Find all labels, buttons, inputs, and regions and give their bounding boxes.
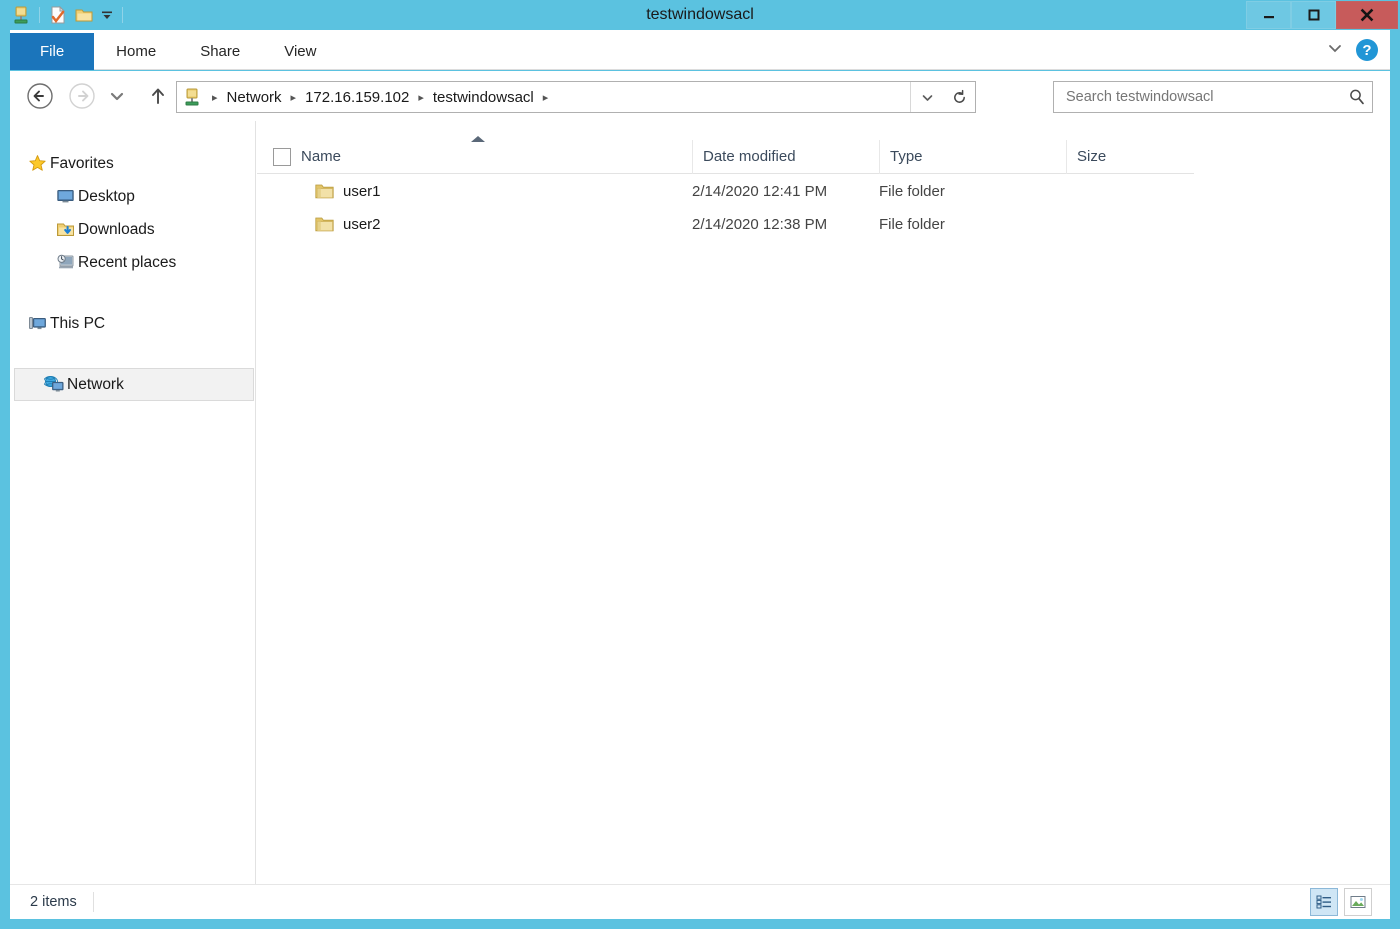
column-label-type: Type [890, 148, 923, 165]
navigation-pane: Favorites Desktop Downloads Recent place… [10, 121, 256, 884]
breadcrumb-item-share[interactable]: testwindowsacl [430, 89, 537, 106]
window-controls [1246, 1, 1398, 29]
column-label-date-modified: Date modified [703, 148, 796, 165]
column-header-size[interactable]: Size [1066, 139, 1194, 174]
table-row[interactable]: user2 2/14/2020 12:38 PM File folder [257, 208, 1194, 241]
search-box[interactable]: Search testwindowsacl [1053, 81, 1373, 113]
file-name-cell[interactable]: user1 [257, 183, 692, 200]
sidebar-label-favorites: Favorites [50, 154, 114, 172]
file-date-cell: 2/14/2020 12:38 PM [692, 216, 828, 233]
sidebar-item-network[interactable]: Network [14, 368, 254, 401]
back-button[interactable] [26, 82, 54, 110]
maximize-button[interactable] [1291, 1, 1336, 29]
folder-icon [315, 183, 334, 200]
forward-button[interactable] [68, 82, 96, 110]
column-label-size: Size [1077, 148, 1107, 165]
help-icon[interactable]: ? [1356, 39, 1378, 61]
network-folder-address-icon [182, 87, 202, 107]
minimize-button[interactable] [1246, 1, 1291, 29]
sidebar-item-downloads[interactable]: Downloads [10, 213, 255, 246]
table-row[interactable]: user1 2/14/2020 12:41 PM File folder [257, 175, 1194, 208]
breadcrumb-item-network[interactable]: Network [224, 89, 285, 106]
address-bar-tools [910, 82, 975, 112]
column-header-row: Name Date modified Type Size [257, 139, 1194, 174]
sidebar-item-this-pc[interactable]: This PC [10, 307, 255, 340]
tab-view[interactable]: View [262, 33, 338, 70]
sidebar-label-downloads: Downloads [78, 220, 155, 238]
close-button[interactable] [1336, 1, 1398, 29]
downloads-icon [52, 220, 78, 239]
address-bar[interactable]: ▸ Network ▸ 172.16.159.102 ▸ testwindows… [176, 81, 976, 113]
breadcrumb-separator-3[interactable]: ▸ [537, 91, 555, 104]
ribbon-right-controls: ? [1326, 30, 1378, 70]
ribbon-tabs: File Home Share View [10, 33, 338, 70]
tab-share[interactable]: Share [178, 33, 262, 70]
file-name-cell[interactable]: user2 [257, 216, 692, 233]
ribbon-tab-bar: File Home Share View ? [10, 30, 1390, 70]
sidebar-label-network: Network [67, 375, 124, 393]
recent-places-icon [52, 253, 78, 272]
search-icon[interactable] [1342, 88, 1372, 106]
column-header-name[interactable]: Name [257, 140, 692, 174]
refresh-icon[interactable] [943, 82, 975, 112]
chevron-down-icon[interactable] [1326, 39, 1344, 62]
breadcrumb-separator-1[interactable]: ▸ [285, 91, 303, 104]
breadcrumb-separator-2[interactable]: ▸ [412, 91, 430, 104]
breadcrumb-item-host[interactable]: 172.16.159.102 [302, 89, 412, 106]
breadcrumb-separator-0: ▸ [212, 91, 218, 104]
tab-file[interactable]: File [10, 33, 95, 70]
search-input[interactable]: Search testwindowsacl [1054, 89, 1342, 105]
file-name-label: user1 [343, 183, 381, 200]
status-bar: 2 items [10, 884, 1390, 919]
column-header-date-modified[interactable]: Date modified [692, 139, 879, 174]
status-separator [92, 892, 94, 912]
explorer-window: testwindowsacl File Home Share View ? ▸ … [0, 0, 1400, 929]
file-type-cell: File folder [879, 183, 945, 200]
sidebar-item-favorites[interactable]: Favorites [10, 147, 255, 180]
file-list-pane: Name Date modified Type Size user1 2/14/… [257, 121, 1390, 884]
star-icon [24, 154, 50, 173]
details-view-button[interactable] [1310, 888, 1338, 916]
sidebar-label-this-pc: This PC [50, 314, 106, 332]
select-all-checkbox[interactable] [273, 147, 291, 166]
sidebar-item-desktop[interactable]: Desktop [10, 180, 255, 213]
sidebar-label-desktop: Desktop [78, 187, 135, 205]
folder-icon [315, 216, 334, 233]
item-count-label: 2 items [30, 894, 77, 910]
window-title: testwindowsacl [646, 6, 754, 23]
file-name-label: user2 [343, 216, 381, 233]
sidebar-item-recent-places[interactable]: Recent places [10, 246, 255, 279]
network-icon [41, 375, 67, 394]
recent-locations-button[interactable] [106, 82, 128, 110]
file-type-cell: File folder [879, 216, 945, 233]
sidebar-label-recent-places: Recent places [78, 253, 177, 271]
view-mode-buttons [1310, 888, 1372, 916]
file-date-cell: 2/14/2020 12:41 PM [692, 183, 828, 200]
address-history-dropdown[interactable] [911, 82, 943, 112]
address-toolbar: ▸ Network ▸ 172.16.159.102 ▸ testwindows… [10, 71, 1390, 121]
sidebar-gap-2 [10, 340, 255, 368]
up-button[interactable] [146, 82, 170, 110]
main-content: Favorites Desktop Downloads Recent place… [10, 121, 1390, 884]
breadcrumb: ▸ Network ▸ 172.16.159.102 ▸ testwindows… [206, 89, 554, 106]
computer-icon [24, 314, 50, 333]
sidebar-gap-1 [10, 279, 255, 307]
tab-home[interactable]: Home [94, 33, 178, 70]
desktop-icon [52, 187, 78, 206]
column-header-type[interactable]: Type [879, 139, 1066, 174]
column-label-name: Name [301, 148, 342, 165]
large-icons-view-button[interactable] [1344, 888, 1372, 916]
title-bar: testwindowsacl [0, 0, 1400, 30]
file-rows: user1 2/14/2020 12:41 PM File folder use… [257, 175, 1194, 241]
